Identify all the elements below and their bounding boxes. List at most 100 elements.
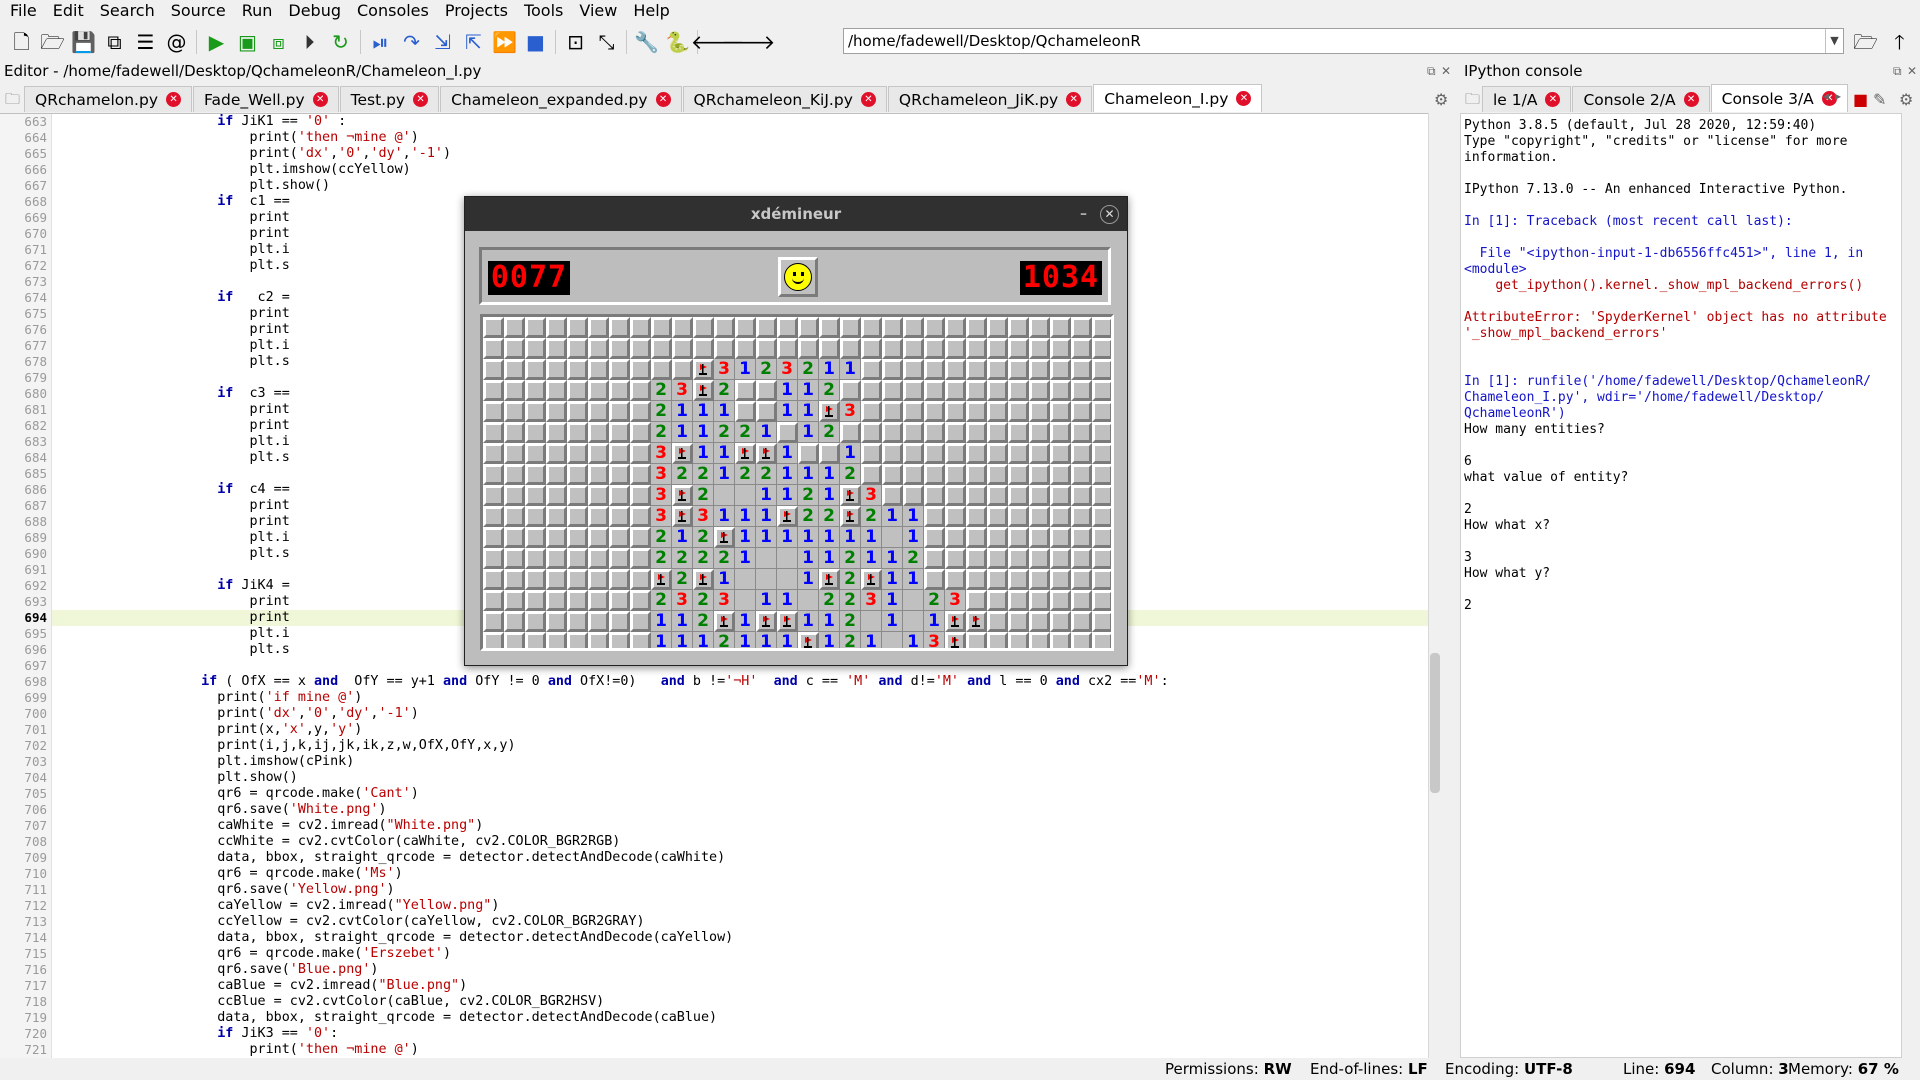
number-cell[interactable]: 1 [777,632,798,648]
unopened-cell[interactable] [504,527,525,548]
unopened-cell[interactable] [966,338,987,359]
unopened-cell[interactable] [1071,443,1092,464]
unopened-cell[interactable] [693,338,714,359]
flag-icon[interactable] [735,443,756,464]
unopened-cell[interactable] [630,317,651,338]
unopened-cell[interactable] [945,401,966,422]
number-cell[interactable]: 2 [798,359,819,380]
number-cell[interactable]: 1 [882,590,903,611]
unopened-cell[interactable] [630,611,651,632]
unopened-cell[interactable] [630,380,651,401]
number-cell[interactable]: 1 [756,632,777,648]
number-cell[interactable]: 1 [903,569,924,590]
number-cell[interactable]: 2 [840,611,861,632]
unopened-cell[interactable] [966,527,987,548]
unopened-cell[interactable] [882,380,903,401]
unopened-cell[interactable] [945,380,966,401]
number-cell[interactable]: 1 [903,527,924,548]
unopened-cell[interactable] [567,569,588,590]
editor-scrollbar-thumb[interactable] [1430,653,1440,793]
unopened-cell[interactable] [1050,317,1071,338]
unopened-cell[interactable] [756,317,777,338]
unopened-cell[interactable] [798,317,819,338]
close-icon[interactable]: ✕ [1683,92,1699,107]
unopened-cell[interactable] [945,569,966,590]
number-cell[interactable]: 1 [840,527,861,548]
unopened-cell[interactable] [1071,548,1092,569]
number-cell[interactable]: 1 [882,611,903,632]
unopened-cell[interactable] [1008,485,1029,506]
unopened-cell[interactable] [1092,380,1111,401]
unopened-cell[interactable] [525,338,546,359]
number-cell[interactable]: 1 [819,359,840,380]
unopened-cell[interactable] [798,443,819,464]
number-cell[interactable]: 1 [819,485,840,506]
number-cell[interactable]: 3 [651,443,672,464]
unopened-cell[interactable] [987,506,1008,527]
unopened-cell[interactable] [924,401,945,422]
unopened-cell[interactable] [588,506,609,527]
unopened-cell[interactable] [1092,590,1111,611]
flag-icon[interactable] [819,569,840,590]
unopened-cell[interactable] [861,338,882,359]
unopened-cell[interactable] [882,401,903,422]
number-cell[interactable]: 2 [693,590,714,611]
unopened-cell[interactable] [966,422,987,443]
number-cell[interactable]: 2 [840,464,861,485]
unopened-cell[interactable] [567,548,588,569]
empty-cell[interactable] [735,590,756,611]
flag-icon[interactable] [672,506,693,527]
number-cell[interactable]: 1 [693,443,714,464]
number-cell[interactable]: 3 [945,590,966,611]
gear-icon[interactable]: ⚙ [1899,90,1913,109]
unopened-cell[interactable] [1029,611,1050,632]
unopened-cell[interactable] [546,443,567,464]
number-cell[interactable]: 3 [840,401,861,422]
flag-icon[interactable] [756,443,777,464]
unopened-cell[interactable] [546,506,567,527]
menu-debug[interactable]: Debug [280,0,349,22]
unopened-cell[interactable] [609,611,630,632]
unopened-cell[interactable] [1029,485,1050,506]
unopened-cell[interactable] [777,338,798,359]
unopened-cell[interactable] [525,485,546,506]
unopened-cell[interactable] [1050,527,1071,548]
undock-icon[interactable]: ⧉ [1427,64,1436,79]
unopened-cell[interactable] [588,443,609,464]
number-cell[interactable]: 2 [714,548,735,569]
editor-tab[interactable]: QRchamelon.py ✕ [24,86,193,112]
unopened-cell[interactable] [987,380,1008,401]
flag-icon[interactable] [777,611,798,632]
unopened-cell[interactable] [840,338,861,359]
unopened-cell[interactable] [1071,569,1092,590]
empty-cell[interactable] [798,590,819,611]
editor-scrollbar[interactable] [1428,113,1440,1058]
editor-tab[interactable]: Chameleon_I.py ✕ [1093,84,1263,112]
stop-kernel-icon[interactable]: ■ [1853,90,1868,109]
unopened-cell[interactable] [819,317,840,338]
unopened-cell[interactable] [1092,338,1111,359]
unopened-cell[interactable] [609,443,630,464]
unopened-cell[interactable] [966,380,987,401]
unopened-cell[interactable] [924,338,945,359]
unopened-cell[interactable] [546,611,567,632]
number-cell[interactable]: 2 [840,590,861,611]
unopened-cell[interactable] [1071,590,1092,611]
unopened-cell[interactable] [588,359,609,380]
unopened-cell[interactable] [483,590,504,611]
unopened-cell[interactable] [1008,611,1029,632]
unopened-cell[interactable] [882,422,903,443]
unopened-cell[interactable] [1071,317,1092,338]
unopened-cell[interactable] [525,401,546,422]
unopened-cell[interactable] [504,338,525,359]
unopened-cell[interactable] [1008,422,1029,443]
empty-cell[interactable] [714,485,735,506]
number-cell[interactable]: 2 [714,380,735,401]
number-cell[interactable]: 2 [651,401,672,422]
number-cell[interactable]: 1 [861,527,882,548]
unopened-cell[interactable] [735,317,756,338]
unopened-cell[interactable] [861,359,882,380]
number-cell[interactable]: 1 [735,632,756,648]
number-cell[interactable]: 1 [777,590,798,611]
number-cell[interactable]: 1 [903,632,924,648]
